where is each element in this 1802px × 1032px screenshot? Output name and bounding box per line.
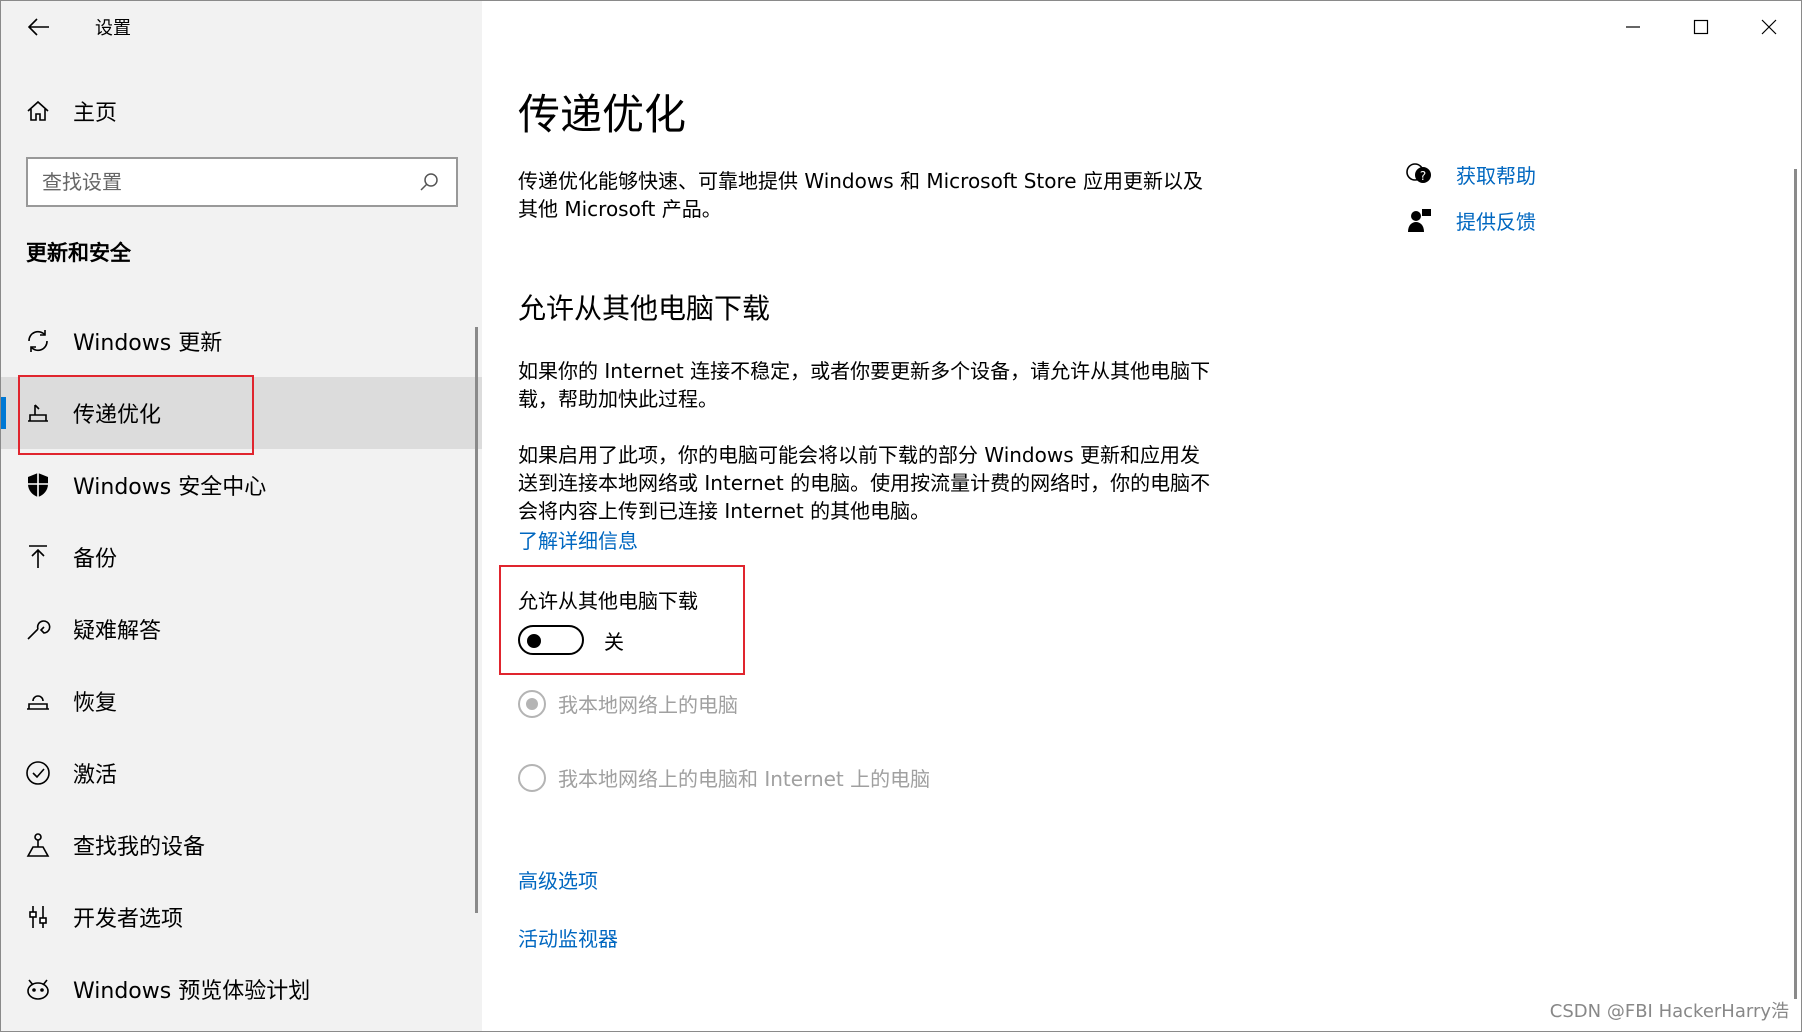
wrench-icon xyxy=(23,614,53,644)
sidebar-item-recovery[interactable]: 恢复 xyxy=(1,665,482,737)
toggle-label: 允许从其他电脑下载 xyxy=(518,589,698,613)
give-feedback-link[interactable]: 提供反馈 xyxy=(1456,206,1536,235)
title-bar: 设置 xyxy=(1,1,482,53)
sidebar-item-delivery-optimization[interactable]: 传递优化 xyxy=(1,377,482,449)
sidebar-item-label: Windows 安全中心 xyxy=(73,475,267,500)
toggle-knob xyxy=(527,634,541,648)
learn-more-link[interactable]: 了解详细信息 xyxy=(518,525,638,554)
search-icon[interactable] xyxy=(416,169,442,195)
radio-label: 我本地网络上的电脑 xyxy=(558,693,738,717)
sidebar-item-label: 开发者选项 xyxy=(73,907,184,932)
close-icon xyxy=(1761,19,1777,35)
settings-window: 设置 主页 更新和安全 xyxy=(0,0,1802,1032)
radio-label: 我本地网络上的电脑和 Internet 上的电脑 xyxy=(558,767,931,791)
get-help-item[interactable]: ? 获取帮助 xyxy=(1404,151,1536,197)
sidebar-item-find-my-device[interactable]: 查找我的设备 xyxy=(1,809,482,881)
sidebar-item-label: 备份 xyxy=(73,547,118,572)
back-arrow-icon xyxy=(28,18,49,36)
minimize-icon xyxy=(1626,26,1640,28)
page-description: 传递优化能够快速、可靠地提供 Windows 和 Microsoft Store… xyxy=(518,169,1203,221)
home-icon xyxy=(23,96,53,126)
sidebar-item-insider-program[interactable]: Windows 预览体验计划 xyxy=(1,953,482,1025)
recovery-icon xyxy=(23,686,53,716)
sidebar-item-label: 恢复 xyxy=(73,691,118,716)
watermark: CSDN @FBI HackerHarry浩 xyxy=(1549,1001,1789,1022)
toggle-row: 关 xyxy=(518,625,624,655)
explanation-paragraph-2: 如果启用了此项，你的电脑可能会将以前下载的部分 Windows 更新和应用发送到… xyxy=(518,443,1211,523)
sidebar-scrollbar[interactable] xyxy=(475,327,478,913)
radio-button[interactable] xyxy=(518,763,546,792)
search-box[interactable] xyxy=(26,157,458,207)
main-content: 传递优化 传递优化能够快速、可靠地提供 Windows 和 Microsoft … xyxy=(482,1,1801,1031)
help-area: ? 获取帮助 提供反馈 xyxy=(1404,151,1536,243)
insider-icon xyxy=(23,974,53,1004)
toggle-state-text: 关 xyxy=(604,629,624,654)
main-scrollbar[interactable] xyxy=(1794,169,1797,999)
sidebar-item-label: 查找我的设备 xyxy=(73,835,206,860)
svg-text:?: ? xyxy=(1420,169,1426,183)
sidebar-item-label: 传递优化 xyxy=(73,403,162,428)
sidebar: 设置 主页 更新和安全 xyxy=(1,1,482,1031)
check-circle-icon xyxy=(23,758,53,788)
explanation-paragraph-1: 如果你的 Internet 连接不稳定，或者你要更新多个设备，请允许从其他电脑下… xyxy=(518,359,1211,411)
sidebar-item-windows-security[interactable]: Windows 安全中心 xyxy=(1,449,482,521)
sidebar-item-home[interactable]: 主页 xyxy=(1,87,482,135)
allow-downloads-toggle[interactable] xyxy=(518,625,584,655)
page-title: 传递优化 xyxy=(518,90,687,139)
developer-icon xyxy=(23,902,53,932)
sidebar-item-windows-update[interactable]: Windows 更新 xyxy=(1,305,482,377)
app-title: 设置 xyxy=(95,18,131,39)
sidebar-item-developer-options[interactable]: 开发者选项 xyxy=(1,881,482,953)
sidebar-item-backup[interactable]: 备份 xyxy=(1,521,482,593)
shield-icon xyxy=(23,470,53,500)
get-help-link[interactable]: 获取帮助 xyxy=(1456,160,1536,189)
sidebar-item-label: Windows 预览体验计划 xyxy=(73,979,311,1004)
section-heading: 更新和安全 xyxy=(26,241,131,265)
give-feedback-item[interactable]: 提供反馈 xyxy=(1404,197,1536,243)
sidebar-item-activation[interactable]: 激活 xyxy=(1,737,482,809)
search-input[interactable] xyxy=(42,170,402,194)
refresh-icon xyxy=(23,326,53,356)
sidebar-item-troubleshoot[interactable]: 疑难解答 xyxy=(1,593,482,665)
back-button[interactable] xyxy=(11,1,67,53)
feedback-person-icon xyxy=(1404,205,1434,235)
find-device-icon xyxy=(23,830,53,860)
activity-monitor-link[interactable]: 活动监视器 xyxy=(518,923,618,952)
close-button[interactable] xyxy=(1735,1,1801,53)
help-chat-icon: ? xyxy=(1404,159,1434,189)
upload-arrow-icon xyxy=(23,542,53,572)
advanced-options-link[interactable]: 高级选项 xyxy=(518,865,598,894)
sidebar-item-label: 激活 xyxy=(73,763,118,788)
sidebar-item-label: Windows 更新 xyxy=(73,331,223,356)
window-controls xyxy=(1599,1,1801,53)
maximize-button[interactable] xyxy=(1667,1,1735,53)
nav-list: Windows 更新 传递优化 Windows 安全中心 备份 疑难解答 恢复 … xyxy=(1,305,482,1025)
section-subheading: 允许从其他电脑下载 xyxy=(518,292,771,325)
maximize-icon xyxy=(1693,19,1709,35)
radio-button[interactable] xyxy=(518,689,546,718)
radio-option-local-and-internet[interactable]: 我本地网络上的电脑和 Internet 上的电脑 xyxy=(518,763,930,792)
minimize-button[interactable] xyxy=(1599,1,1667,53)
home-label: 主页 xyxy=(73,101,118,126)
sidebar-item-label: 疑难解答 xyxy=(73,619,162,644)
radio-option-local-network[interactable]: 我本地网络上的电脑 xyxy=(518,689,738,718)
delivery-optimization-icon xyxy=(23,398,53,428)
